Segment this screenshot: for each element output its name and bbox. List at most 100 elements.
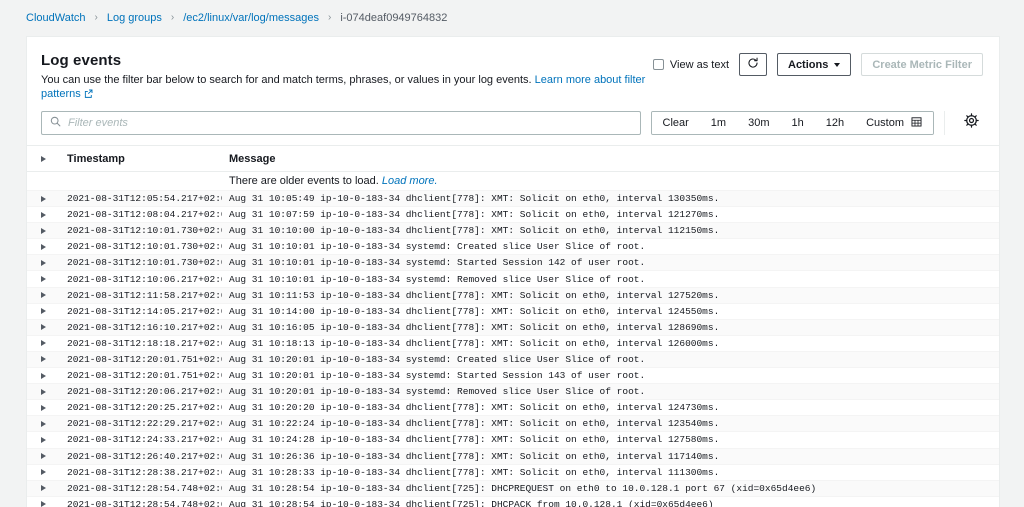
range-custom-button[interactable]: Custom [855,112,933,134]
row-expand-toggle[interactable] [27,372,59,379]
row-timestamp: 2021-08-31T12:14:05.217+02:00 [67,305,222,317]
row-expand-toggle[interactable] [27,276,59,283]
row-message: Aug 31 10:10:01 ip-10-0-183-34 systemd: … [229,273,646,285]
view-as-text-checkbox[interactable]: View as text [652,59,729,71]
row-message: Aug 31 10:11:53 ip-10-0-183-34 dhclient[… [229,289,720,301]
table-row[interactable]: 2021-08-31T12:20:06.217+02:00 Aug 31 10:2… [27,384,999,401]
row-expand-toggle[interactable] [27,453,59,460]
table-row[interactable]: 2021-08-31T12:10:06.217+02:00 Aug 31 10:1… [27,271,999,288]
breadcrumb-separator: › [327,12,332,23]
load-more-message: There are older events to load. Load mor… [222,175,999,187]
table-row[interactable]: 2021-08-31T12:20:25.217+02:00 Aug 31 10:2… [27,400,999,417]
actions-button[interactable]: Actions [777,53,852,76]
checkbox-box[interactable] [652,59,664,70]
row-timestamp: 2021-08-31T12:20:01.751+02:00 [67,370,222,382]
breadcrumb: CloudWatch › Log groups › /ec2/linux/var… [0,0,1024,36]
table-row[interactable]: 2021-08-31T12:10:01.730+02:00 Aug 31 10:1… [27,223,999,240]
range-12h-button[interactable]: 12h [814,112,856,134]
chevron-right-icon [40,292,46,299]
range-1h-button[interactable]: 1h [780,112,815,134]
table-row[interactable]: 2021-08-31T12:08:04.217+02:00 Aug 31 10:0… [27,207,999,224]
refresh-button[interactable] [739,53,767,76]
row-expand-toggle[interactable] [27,436,59,443]
table-row[interactable]: 2021-08-31T12:24:33.217+02:00 Aug 31 10:2… [27,432,999,449]
search-input[interactable] [68,117,632,129]
table-row[interactable]: 2021-08-31T12:26:40.217+02:00 Aug 31 10:2… [27,448,999,465]
row-message: Aug 31 10:20:01 ip-10-0-183-34 systemd: … [229,386,646,398]
search-box[interactable] [41,111,641,135]
chevron-right-icon [40,420,46,427]
row-message: Aug 31 10:10:01 ip-10-0-183-34 systemd: … [229,241,646,253]
table-row[interactable]: 2021-08-31T12:28:38.217+02:00 Aug 31 10:2… [27,464,999,481]
breadcrumb-item-log-group[interactable]: /ec2/linux/var/log/messages [183,12,319,24]
row-timestamp: 2021-08-31T12:08:04.217+02:00 [67,209,222,221]
breadcrumb-separator: › [170,12,175,23]
row-timestamp: 2021-08-31T12:16:10.217+02:00 [67,321,222,333]
row-message: Aug 31 10:24:28 ip-10-0-183-34 dhclient[… [229,434,720,446]
panel-description-text: You can use the filter bar below to sear… [41,74,532,86]
external-link-icon [84,89,93,98]
table-row[interactable]: 2021-08-31T12:05:54.217+02:00 Aug 31 10:0… [27,191,999,208]
row-expand-toggle[interactable] [27,501,59,507]
chevron-right-icon [40,372,46,379]
row-expand-toggle[interactable] [27,195,59,202]
row-expand-toggle[interactable] [27,420,59,427]
breadcrumb-item-cloudwatch[interactable]: CloudWatch [26,12,86,24]
panel-header-text: Log events You can use the filter bar be… [41,51,653,101]
row-timestamp: 2021-08-31T12:22:29.217+02:00 [67,418,222,430]
row-expand-toggle[interactable] [27,292,59,299]
row-expand-toggle[interactable] [27,211,59,218]
row-expand-toggle[interactable] [27,404,59,411]
range-30m-button[interactable]: 30m [737,112,781,134]
row-expand-toggle[interactable] [27,388,59,395]
table-row[interactable]: 2021-08-31T12:10:01.730+02:00 Aug 31 10:1… [27,255,999,272]
panel-header: Log events You can use the filter bar be… [27,37,999,101]
row-expand-toggle[interactable] [27,340,59,347]
expand-all-toggle[interactable] [27,155,59,162]
row-expand-toggle[interactable] [27,485,59,492]
chevron-right-icon [40,356,46,363]
row-timestamp: 2021-08-31T12:28:54.748+02:00 [67,482,222,494]
chevron-right-icon [40,227,46,234]
row-expand-toggle[interactable] [27,356,59,363]
table-row[interactable]: 2021-08-31T12:20:01.751+02:00 Aug 31 10:2… [27,368,999,385]
panel-description: You can use the filter bar below to sear… [41,73,653,101]
row-expand-toggle[interactable] [27,308,59,315]
table-row[interactable]: 2021-08-31T12:28:54.748+02:00 Aug 31 10:2… [27,480,999,497]
table-row[interactable]: 2021-08-31T12:22:29.217+02:00 Aug 31 10:2… [27,416,999,433]
row-expand-toggle[interactable] [27,243,59,250]
column-header-timestamp[interactable]: Timestamp [59,153,222,165]
create-metric-filter-button[interactable]: Create Metric Filter [861,53,983,76]
row-message: Aug 31 10:10:00 ip-10-0-183-34 dhclient[… [229,225,720,237]
chevron-right-icon [40,195,46,202]
row-expand-toggle[interactable] [27,259,59,266]
range-1m-button[interactable]: 1m [699,112,738,134]
breadcrumb-separator: › [94,12,98,23]
settings-button[interactable] [959,111,983,135]
row-message: Aug 31 10:28:54 ip-10-0-183-34 dhclient[… [229,498,714,507]
table-row[interactable]: 2021-08-31T12:10:01.730+02:00 Aug 31 10:1… [27,239,999,256]
table-row[interactable]: 2021-08-31T12:11:58.217+02:00 Aug 31 10:1… [27,287,999,304]
row-expand-toggle[interactable] [27,469,59,476]
row-timestamp: 2021-08-31T12:20:01.751+02:00 [67,353,222,365]
chevron-right-icon [40,276,46,283]
log-events-table: Timestamp Message There are older events… [27,145,999,507]
table-row[interactable]: 2021-08-31T12:14:05.217+02:00 Aug 31 10:1… [27,303,999,320]
row-timestamp: 2021-08-31T12:10:01.730+02:00 [67,241,222,253]
refresh-icon [747,57,759,72]
row-message: Aug 31 10:26:36 ip-10-0-183-34 dhclient[… [229,450,720,462]
row-timestamp: 2021-08-31T12:05:54.217+02:00 [67,193,222,205]
table-row[interactable]: 2021-08-31T12:16:10.217+02:00 Aug 31 10:1… [27,319,999,336]
breadcrumb-item-log-groups[interactable]: Log groups [107,12,162,24]
filter-bar: Clear 1m 30m 1h 12h Custom [27,101,999,145]
row-expand-toggle[interactable] [27,227,59,234]
table-row[interactable]: 2021-08-31T12:28:54.748+02:00 Aug 31 10:2… [27,496,999,507]
panel-header-actions: View as text Actions Create Metric Filte… [652,51,983,76]
load-more-link[interactable]: Load more. [382,175,438,187]
chevron-down-icon [834,62,841,67]
table-row[interactable]: 2021-08-31T12:18:18.217+02:00 Aug 31 10:1… [27,335,999,352]
column-header-message[interactable]: Message [222,153,999,165]
row-expand-toggle[interactable] [27,324,59,331]
range-clear-button[interactable]: Clear [651,112,700,134]
table-row[interactable]: 2021-08-31T12:20:01.751+02:00 Aug 31 10:2… [27,351,999,369]
